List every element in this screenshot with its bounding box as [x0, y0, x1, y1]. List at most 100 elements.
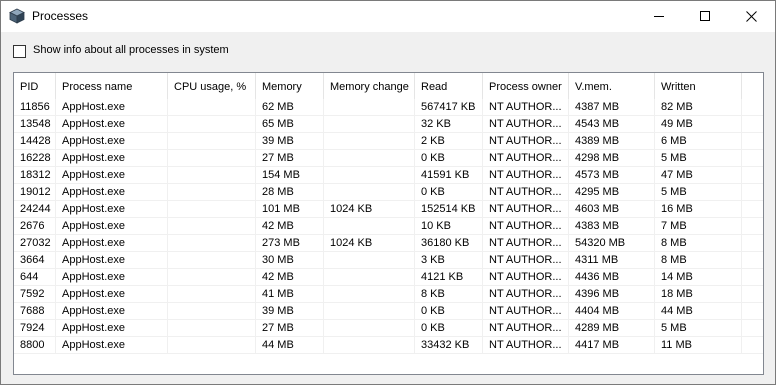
cell-written: 7 MB [655, 218, 742, 235]
process-rows: 11856 AppHost.exe 62 MB 567417 KB NT AUTHOR.… [14, 99, 763, 354]
cell-written: 5 MB [655, 184, 742, 201]
cell-cpu-usage [168, 303, 256, 320]
cell-memory-change [324, 286, 415, 303]
cell-cpu-usage [168, 286, 256, 303]
show-all-processes-checkbox[interactable] [13, 45, 26, 58]
cell-written: 6 MB [655, 133, 742, 150]
table-row[interactable]: 13548 AppHost.exe 65 MB 32 KB NT AUTHOR... 45… [14, 116, 763, 133]
cell-process-name: AppHost.exe [56, 218, 168, 235]
cell-vmem: 4404 MB [569, 303, 655, 320]
cell-memory-change [324, 133, 415, 150]
cell-memory: 62 MB [256, 99, 324, 116]
cell-pid: 3664 [14, 252, 56, 269]
table-row[interactable]: 7924 AppHost.exe 27 MB 0 KB NT AUTHOR... 4289… [14, 320, 763, 337]
table-row[interactable]: 8800 AppHost.exe 44 MB 33432 KB NT AUTHOR...… [14, 337, 763, 354]
cell-read: 0 KB [415, 320, 483, 337]
column-header-memory[interactable]: Memory [256, 73, 324, 101]
cell-read: 8 KB [415, 286, 483, 303]
cell-vmem: 4543 MB [569, 116, 655, 133]
table-row[interactable]: 24244 AppHost.exe 101 MB 1024 KB 152514 KB NT… [14, 201, 763, 218]
processes-window: Processes Show info about all processes … [0, 0, 776, 385]
table-row[interactable]: 19012 AppHost.exe 28 MB 0 KB NT AUTHOR... 429… [14, 184, 763, 201]
cell-written: 82 MB [655, 99, 742, 116]
column-header-read[interactable]: Read [415, 73, 483, 101]
cell-process-owner: NT AUTHOR... [483, 133, 569, 150]
cell-vmem: 54320 MB [569, 235, 655, 252]
cell-process-name: AppHost.exe [56, 201, 168, 218]
cell-pid: 18312 [14, 167, 56, 184]
cell-vmem: 4436 MB [569, 269, 655, 286]
cell-memory-change [324, 269, 415, 286]
cell-memory: 154 MB [256, 167, 324, 184]
cell-cpu-usage [168, 184, 256, 201]
column-header-filler [742, 73, 763, 101]
close-icon [746, 11, 757, 22]
cell-cpu-usage [168, 133, 256, 150]
cell-read: 33432 KB [415, 337, 483, 354]
cell-read: 10 KB [415, 218, 483, 235]
cell-process-name: AppHost.exe [56, 303, 168, 320]
cell-cpu-usage [168, 235, 256, 252]
table-row[interactable]: 14428 AppHost.exe 39 MB 2 KB NT AUTHOR... 438… [14, 133, 763, 150]
minimize-button[interactable] [637, 1, 683, 32]
cell-read: 2 KB [415, 133, 483, 150]
cell-memory-change: 1024 KB [324, 235, 415, 252]
cell-pid: 19012 [14, 184, 56, 201]
cell-pid: 16228 [14, 150, 56, 167]
table-row[interactable]: 2676 AppHost.exe 42 MB 10 KB NT AUTHOR... 438… [14, 218, 763, 235]
minimize-icon [654, 16, 664, 17]
table-row[interactable]: 11856 AppHost.exe 62 MB 567417 KB NT AUTHOR.… [14, 99, 763, 116]
column-header-cpu-usage[interactable]: CPU usage, % [168, 73, 256, 101]
cell-read: 36180 KB [415, 235, 483, 252]
table-row[interactable]: 7592 AppHost.exe 41 MB 8 KB NT AUTHOR... 4396… [14, 286, 763, 303]
cell-read: 32 KB [415, 116, 483, 133]
column-header-memory-change[interactable]: Memory change [324, 73, 415, 101]
cell-pid: 14428 [14, 133, 56, 150]
show-all-processes-label[interactable]: Show info about all processes in system [33, 44, 229, 56]
table-row[interactable]: 3664 AppHost.exe 30 MB 3 KB NT AUTHOR... 4311… [14, 252, 763, 269]
cell-process-owner: NT AUTHOR... [483, 150, 569, 167]
cell-memory-change [324, 218, 415, 235]
maximize-button[interactable] [683, 1, 729, 32]
cell-written: 49 MB [655, 116, 742, 133]
cell-cpu-usage [168, 116, 256, 133]
column-header-process-name[interactable]: Process name [56, 73, 168, 101]
table-row[interactable]: 7688 AppHost.exe 39 MB 0 KB NT AUTHOR... 4404… [14, 303, 763, 320]
cell-cpu-usage [168, 218, 256, 235]
cell-memory-change [324, 116, 415, 133]
cell-process-name: AppHost.exe [56, 320, 168, 337]
close-button[interactable] [729, 1, 775, 32]
cell-written: 5 MB [655, 320, 742, 337]
table-row[interactable]: 18312 AppHost.exe 154 MB 41591 KB NT AUTHOR.… [14, 167, 763, 184]
cell-cpu-usage [168, 252, 256, 269]
table-row[interactable]: 27032 AppHost.exe 273 MB 1024 KB 36180 KB NT … [14, 235, 763, 252]
cube-icon [9, 8, 25, 24]
cell-memory: 39 MB [256, 133, 324, 150]
cell-written: 11 MB [655, 337, 742, 354]
cell-process-owner: NT AUTHOR... [483, 99, 569, 116]
cell-process-owner: NT AUTHOR... [483, 269, 569, 286]
column-header-written[interactable]: Written [655, 73, 742, 101]
cell-memory-change [324, 320, 415, 337]
cell-vmem: 4389 MB [569, 133, 655, 150]
table-row[interactable]: 644 AppHost.exe 42 MB 4121 KB NT AUTHOR... 44… [14, 269, 763, 286]
cell-memory-change [324, 99, 415, 116]
cell-process-owner: NT AUTHOR... [483, 320, 569, 337]
cell-memory: 27 MB [256, 320, 324, 337]
cell-written: 8 MB [655, 252, 742, 269]
cell-pid: 7924 [14, 320, 56, 337]
column-header-pid[interactable]: PID [14, 73, 56, 101]
title-bar[interactable]: Processes [1, 1, 775, 32]
process-list[interactable]: PID Process name CPU usage, % Memory Mem… [13, 72, 764, 375]
column-header-process-owner[interactable]: Process owner [483, 73, 569, 101]
table-row[interactable]: 16228 AppHost.exe 27 MB 0 KB NT AUTHOR... 429… [14, 150, 763, 167]
cell-read: 152514 KB [415, 201, 483, 218]
cell-written: 18 MB [655, 286, 742, 303]
cell-cpu-usage [168, 337, 256, 354]
cell-memory: 27 MB [256, 150, 324, 167]
cell-cpu-usage [168, 99, 256, 116]
cell-process-owner: NT AUTHOR... [483, 201, 569, 218]
column-header-vmem[interactable]: V.mem. [569, 73, 655, 101]
cell-pid: 13548 [14, 116, 56, 133]
cell-process-name: AppHost.exe [56, 269, 168, 286]
